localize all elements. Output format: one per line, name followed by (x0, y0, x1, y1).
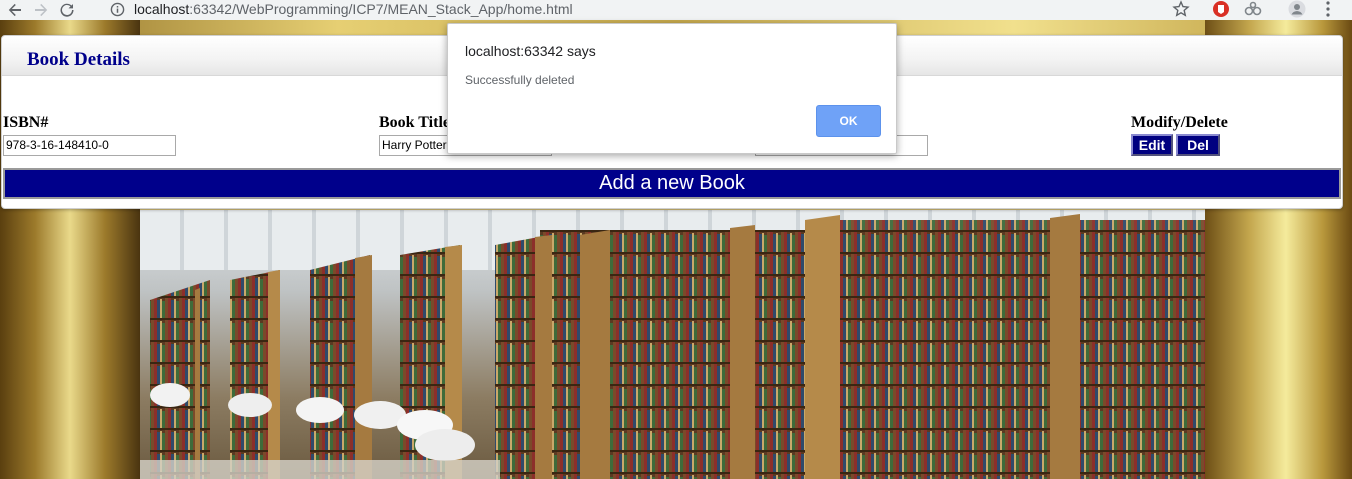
ok-button[interactable]: OK (816, 105, 881, 137)
dialog-message: Successfully deleted (465, 73, 575, 87)
isbn-input[interactable]: 978-3-16-148410-0 (3, 135, 176, 156)
url-text: localhost:63342/WebProgramming/ICP7/MEAN… (134, 1, 573, 17)
url-path: :63342/WebProgramming/ICP7/MEAN_Stack_Ap… (189, 1, 573, 17)
add-new-book-button[interactable]: Add a new Book (3, 168, 1341, 199)
extension-icon[interactable] (1243, 0, 1263, 18)
panel-title: Book Details (27, 49, 130, 70)
edit-button[interactable]: Edit (1131, 134, 1173, 156)
alert-dialog: localhost:63342 says Successfully delete… (447, 23, 897, 154)
modify-delete-column-label: Modify/Delete (1131, 114, 1228, 131)
profile-avatar-icon[interactable] (1287, 0, 1307, 18)
info-icon[interactable] (110, 1, 126, 17)
address-bar[interactable]: localhost:63342/WebProgramming/ICP7/MEAN… (100, 0, 1200, 18)
library-background-image (140, 210, 1205, 479)
bookmark-star-icon[interactable] (1172, 0, 1190, 18)
shield-extension-icon[interactable] (1212, 0, 1230, 18)
forward-arrow-icon[interactable] (28, 0, 54, 20)
url-host: localhost (134, 1, 190, 17)
reload-icon[interactable] (54, 0, 80, 20)
isbn-column-label: ISBN# (3, 114, 49, 131)
bookshelves-illustration (140, 214, 1205, 479)
book-title-column-label: Book Title (379, 114, 450, 131)
more-menu-icon[interactable] (1322, 0, 1334, 18)
browser-toolbar: localhost:63342/WebProgramming/ICP7/MEAN… (0, 0, 1352, 20)
dialog-title: localhost:63342 says (465, 43, 596, 59)
back-arrow-icon[interactable] (2, 0, 28, 20)
delete-button[interactable]: Del (1176, 134, 1220, 156)
